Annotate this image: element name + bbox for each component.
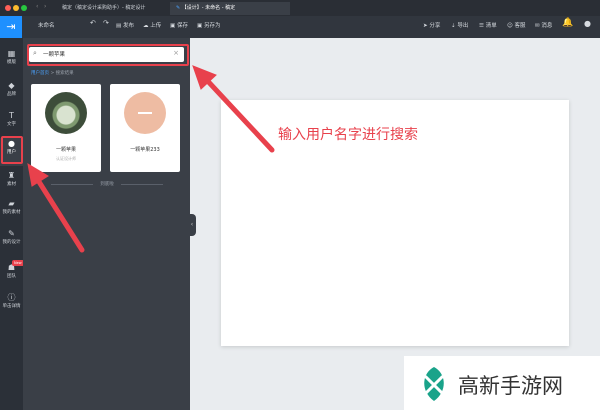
arrow-head-user-tab [27, 163, 49, 187]
watermark-logo-icon [424, 367, 444, 401]
watermark-text: 高新手游网 [458, 374, 563, 398]
arrow-to-search [200, 73, 275, 153]
arrow-to-user-tab [33, 174, 85, 253]
annotation-arrows [27, 65, 275, 253]
watermark: 高新手游网 [404, 356, 600, 410]
